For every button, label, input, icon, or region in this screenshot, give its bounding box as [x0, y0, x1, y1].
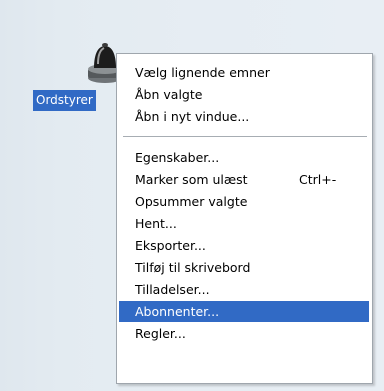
- menu-item-label: Egenskaber...: [135, 150, 220, 165]
- menu-item-label: Abonnenter...: [135, 304, 220, 319]
- menu-item-add-to-desktop[interactable]: Tilføj til skrivebord: [119, 257, 369, 278]
- menu-item-shortcut: Ctrl+-: [299, 172, 337, 187]
- menu-item-fetch[interactable]: Hent...: [119, 213, 369, 234]
- menu-item-label: Opsummer valgte: [135, 194, 248, 209]
- menu-item-export[interactable]: Eksporter...: [119, 235, 369, 256]
- menu-separator: [123, 136, 367, 138]
- menu-item-label: Vælg lignende emner: [135, 65, 270, 80]
- menu-item-properties[interactable]: Egenskaber...: [119, 147, 369, 168]
- menu-item-label: Hent...: [135, 216, 177, 231]
- menu-item-select-similar[interactable]: Vælg lignende emner: [119, 62, 369, 83]
- menu-item-label: Åbn i nyt vindue...: [135, 109, 250, 124]
- menu-item-label: Tilføj til skrivebord: [135, 260, 251, 275]
- menu-item-mark-unread[interactable]: Marker som ulæst Ctrl+-: [119, 169, 369, 190]
- menu-item-permissions[interactable]: Tilladelser...: [119, 279, 369, 300]
- menu-item-open-selected[interactable]: Åbn valgte: [119, 84, 369, 105]
- context-menu: Vælg lignende emner Åbn valgte Åbn i nyt…: [116, 53, 373, 384]
- menu-item-label: Eksporter...: [135, 238, 206, 253]
- menu-item-label: Åbn valgte: [135, 87, 203, 102]
- menu-item-rules[interactable]: Regler...: [119, 323, 369, 344]
- desktop: Ordstyrer Vælg lignende emner Åbn valgte…: [0, 0, 384, 391]
- menu-item-label: Marker som ulæst: [135, 172, 248, 187]
- desktop-icon-label[interactable]: Ordstyrer: [33, 90, 96, 111]
- menu-item-label: Regler...: [135, 326, 186, 341]
- menu-item-summarize-selected[interactable]: Opsummer valgte: [119, 191, 369, 212]
- menu-item-subscribers[interactable]: Abonnenter...: [119, 301, 369, 322]
- menu-item-label: Tilladelser...: [135, 282, 210, 297]
- menu-item-open-new-window[interactable]: Åbn i nyt vindue...: [119, 106, 369, 127]
